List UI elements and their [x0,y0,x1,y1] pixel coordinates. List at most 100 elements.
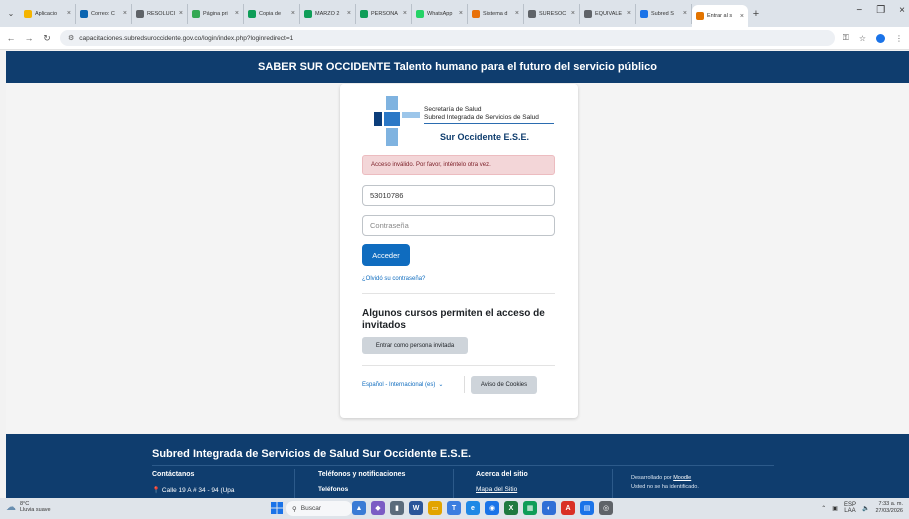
guest-heading: Algunos cursos permiten el acceso de inv… [362,308,545,331]
tab-favicon-icon [80,9,88,18]
excel-app-icon[interactable]: X [504,501,518,515]
windows-taskbar: ☁ 8°C Lluvia suave ⚲ Buscar ▲ ◆ ▮ W ▭ T … [0,498,909,519]
network-icon[interactable]: ▣ [832,505,838,512]
browser-tab[interactable]: Correo: C × [76,3,132,24]
password-input[interactable] [362,215,555,236]
system-clock[interactable]: 7:33 a. m. 27/03/2026 [875,501,903,515]
close-icon[interactable]: × [179,10,183,17]
close-window-icon[interactable]: × [899,5,905,16]
browser-tab[interactable]: Sistema d × [468,3,524,24]
language-label: Español - Internacional (es) [362,381,436,388]
language-selector[interactable]: Español - Internacional (es) ⌄ [362,381,443,389]
browser-tab[interactable]: EQUIVALE × [580,3,636,24]
minimize-icon[interactable]: − [856,5,862,16]
browser-tab[interactable]: RESOLUCI × [132,3,188,24]
close-icon[interactable]: × [235,10,239,17]
browser-tab[interactable]: Aplicacio × [20,3,76,24]
divider [464,376,465,393]
tab-label: Página pri [203,10,228,17]
input-language[interactable]: ESP LAA [844,502,856,514]
close-icon[interactable]: × [740,13,744,20]
tab-label: MARZO 2 [315,10,340,17]
forgot-password-link[interactable]: ¿Olvidó su contraseña? [362,276,425,282]
tab-favicon-icon [24,9,32,18]
close-icon[interactable]: × [515,10,519,17]
footer-about-heading: Acerca del sitio [476,471,528,478]
cookies-button[interactable]: Aviso de Cookies [471,376,537,394]
weather-widget[interactable]: ☁ 8°C Lluvia suave [6,501,51,513]
guest-login-button[interactable]: Entrar como persona invitada [362,337,468,354]
edge-browser-icon[interactable]: e [466,501,480,515]
close-icon[interactable]: × [683,10,687,17]
moodle-credit-prefix: Desarrollado por [631,475,672,481]
landscape-app-icon[interactable]: ▲ [352,501,366,515]
login-button[interactable]: Acceder [362,244,410,266]
moodle-link[interactable]: Moodle [673,475,691,481]
file-explorer-icon[interactable]: ▭ [428,501,442,515]
tab-label: Sistema d [483,10,508,17]
tab-favicon-icon [360,9,368,18]
teams-app-icon[interactable]: T [447,501,461,515]
sitemap-link[interactable]: Mapa del Sitio [476,486,517,493]
close-icon[interactable]: × [123,10,127,17]
close-icon[interactable]: × [627,10,631,17]
taskbar-search[interactable]: ⚲ Buscar [286,501,352,516]
url-field[interactable]: ⚙ capacitaciones.subredsuroccidente.gov.… [60,30,835,46]
back-icon[interactable]: ← [6,33,16,43]
forward-icon[interactable]: → [24,33,34,43]
tab-favicon-icon [248,9,256,18]
sheets-app-icon[interactable]: ▦ [523,501,537,515]
username-input[interactable] [362,185,555,206]
word-app-icon[interactable]: W [409,501,423,515]
toolbar-right: ⚿ ☆ ⋮ [843,33,903,43]
browser-tab[interactable]: Subred S × [636,3,692,24]
menu-icon[interactable]: ⋮ [895,34,903,43]
address-bar: ← → ↻ ⚙ capacitaciones.subredsuroccident… [0,27,909,50]
browser-tab[interactable]: Página pri × [188,3,244,24]
tab-label: PERSONA [371,10,398,17]
browser-tab[interactable]: SURESOC × [524,3,580,24]
windows-start-icon[interactable] [271,502,283,514]
camera-app-icon[interactable]: ◎ [599,501,613,515]
divider [612,469,613,498]
browser-tab[interactable]: MARZO 2 × [300,3,356,24]
tab-favicon-icon [416,9,424,18]
browser-tab[interactable]: WhatsApp × [412,3,468,24]
restore-icon[interactable]: ❐ [876,5,885,16]
bookmark-star-icon[interactable]: ☆ [859,34,866,43]
key-icon[interactable]: ⚿ [843,33,849,43]
site-info-icon[interactable]: ⚙ [68,34,74,42]
tab-label: RESOLUCI [147,10,176,17]
tab-search-icon[interactable]: ⌄ [4,7,18,21]
tab-favicon-icon [472,9,480,18]
tab-active[interactable]: Entrar al s × [692,5,748,27]
tab-label: Correo: C [91,10,115,17]
browser-tab[interactable]: PERSONA × [356,3,412,24]
close-icon[interactable]: × [459,10,463,17]
volume-icon[interactable]: 🔈 [862,505,869,512]
profile-avatar-icon[interactable] [876,33,885,43]
taskbar-apps: ▲ ◆ ▮ W ▭ T e ◉ X ▦ ◐ A ▤ ◎ [352,501,613,515]
chrome-profile-icon[interactable]: ◐ [542,501,556,515]
docs-app-icon[interactable]: ▤ [580,501,594,515]
close-icon[interactable]: × [67,10,71,17]
close-icon[interactable]: × [403,10,407,17]
browser-tab[interactable]: Copia de × [244,3,300,24]
tab-favicon-icon [584,9,592,18]
close-icon[interactable]: × [347,10,351,17]
close-icon[interactable]: × [291,10,295,17]
divider [294,469,295,498]
copilot-app-icon[interactable]: ◆ [371,501,385,515]
pdf-app-icon[interactable]: A [561,501,575,515]
site-header: SABER SUR OCCIDENTE Talento humano para … [6,51,909,83]
tab-label: Entrar al s [707,13,733,19]
chrome-browser-icon[interactable]: ◉ [485,501,499,515]
task-view-icon[interactable]: ▮ [390,501,404,515]
new-tab-button[interactable]: + [748,8,764,20]
tab-favicon-icon [528,9,536,18]
moodle-credit: Desarrollado por Moodle [631,475,691,481]
logo-line-3: Sur Occidente E.S.E. [440,132,530,142]
close-icon[interactable]: × [571,10,575,17]
chevron-up-icon[interactable]: ⌃ [821,505,826,512]
reload-icon[interactable]: ↻ [42,33,52,44]
